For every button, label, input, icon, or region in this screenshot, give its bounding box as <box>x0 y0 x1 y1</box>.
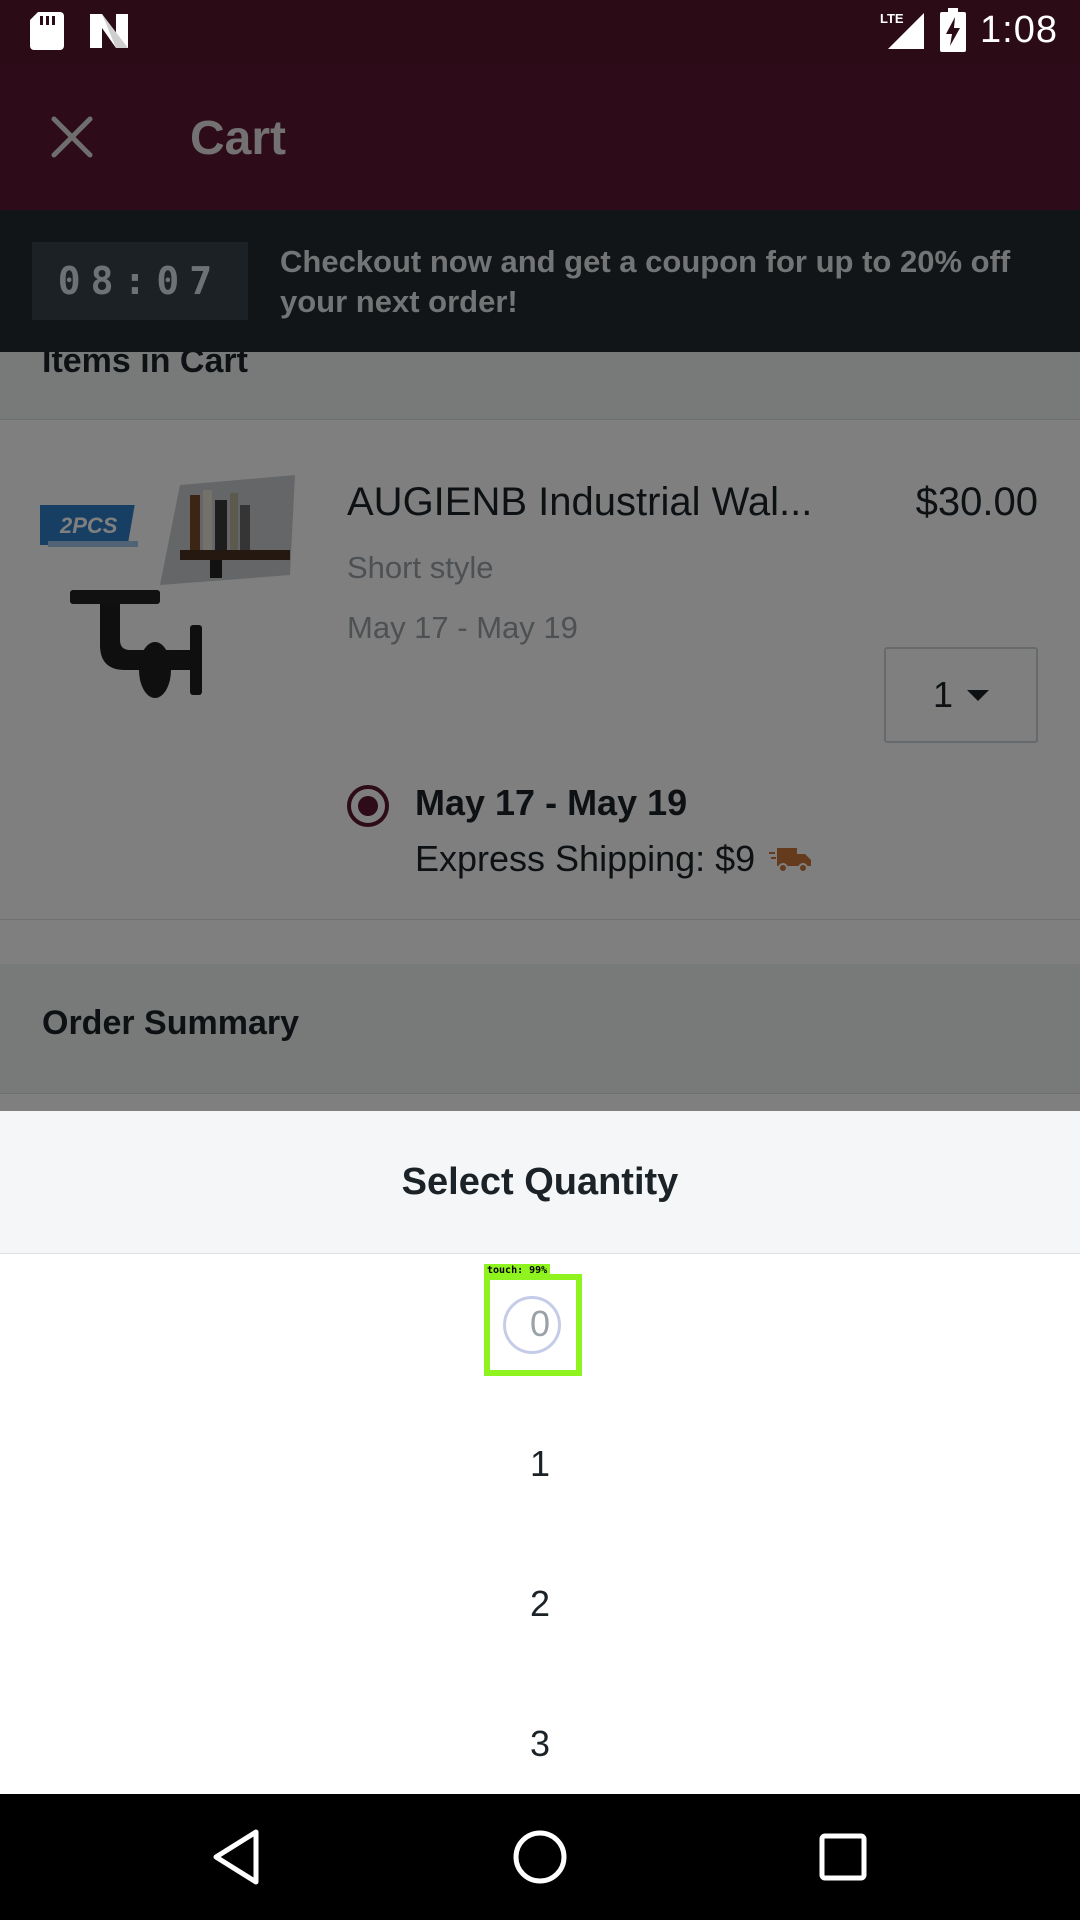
svg-text:LTE: LTE <box>880 11 904 26</box>
touch-indicator <box>503 1296 561 1354</box>
recents-icon[interactable] <box>810 1824 876 1890</box>
battery-charging-icon <box>940 8 967 52</box>
sheet-header: Select Quantity <box>0 1111 1080 1254</box>
modal-scrim[interactable] <box>0 63 1080 1111</box>
quantity-option-1[interactable]: 1 <box>0 1394 1080 1534</box>
quantity-option-2[interactable]: 2 <box>0 1534 1080 1674</box>
signal-lte-icon: LTE <box>880 11 925 49</box>
touch-label: touch: 99% <box>484 1264 551 1278</box>
android-n-icon <box>90 14 128 48</box>
quantity-sheet: Select Quantity 0 1 2 3 touch: 99% <box>0 1111 1080 1794</box>
home-icon[interactable] <box>507 1824 573 1890</box>
quantity-option-3[interactable]: 3 <box>0 1674 1080 1814</box>
status-time: 1:08 <box>980 8 1058 51</box>
status-bar: LTE 1:08 <box>0 0 1080 63</box>
sd-card-icon <box>30 12 64 50</box>
back-icon[interactable] <box>204 1824 270 1890</box>
navigation-bar <box>0 1794 1080 1920</box>
sheet-title: Select Quantity <box>401 1160 679 1203</box>
